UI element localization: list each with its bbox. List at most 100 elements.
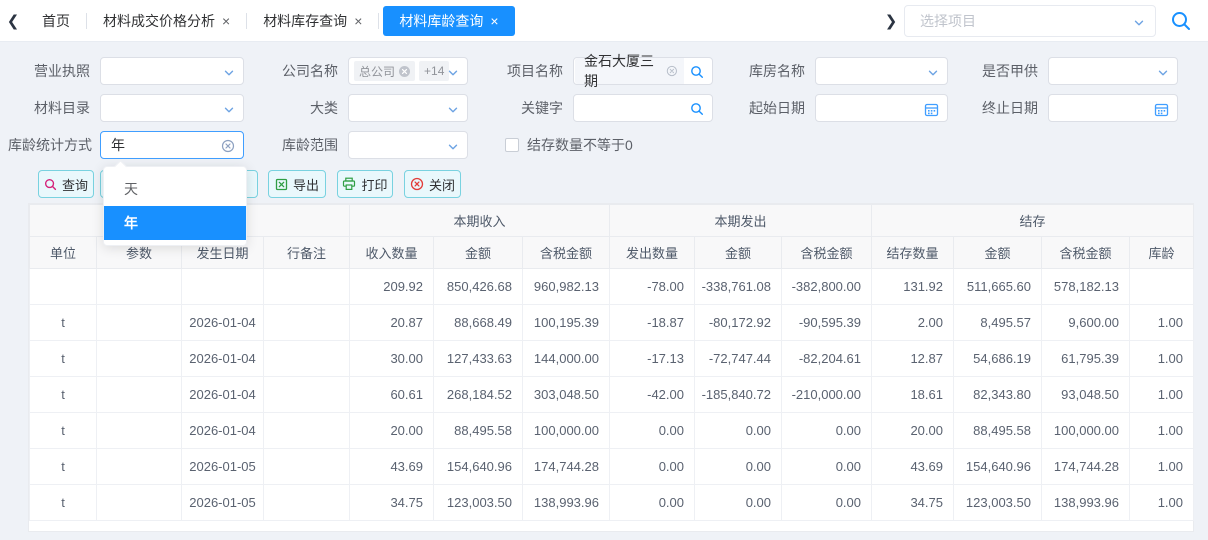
business-license-field: 营业执照	[8, 57, 244, 85]
column-header[interactable]: 金额	[434, 237, 523, 269]
tabs-scroll-right-icon[interactable]: ❯	[878, 12, 904, 30]
column-header[interactable]: 金额	[695, 237, 782, 269]
export-button[interactable]: 导出	[268, 170, 326, 198]
column-header[interactable]: 行备注	[264, 237, 350, 269]
project-select[interactable]: 选择项目	[904, 5, 1156, 37]
age-range-select[interactable]	[348, 131, 468, 159]
business-license-select[interactable]	[100, 57, 244, 85]
table-cell: 511,665.60	[954, 269, 1042, 305]
dropdown-option-年[interactable]: 年	[104, 206, 246, 240]
company-name-label: 公司名称	[265, 61, 348, 81]
table-cell: 34.75	[872, 485, 954, 521]
table-row[interactable]: t2026-01-0430.00127,433.63144,000.00-17.…	[30, 341, 1194, 377]
project-name-input[interactable]: 金石大厦三期	[573, 57, 713, 85]
tab-材料库龄查询[interactable]: 材料库龄查询×	[383, 6, 514, 36]
table-cell: 123,003.50	[954, 485, 1042, 521]
owner-supplied-select[interactable]	[1048, 57, 1178, 85]
table-cell: 88,495.58	[954, 413, 1042, 449]
table-cell: t	[30, 377, 97, 413]
tabs-scroll-left-icon[interactable]: ❮	[0, 12, 26, 30]
end-date-label: 终止日期	[965, 98, 1048, 118]
column-header[interactable]: 结存数量	[872, 237, 954, 269]
tab-close-icon[interactable]: ×	[222, 14, 230, 28]
dropdown-arrow	[114, 160, 127, 173]
column-header[interactable]: 含税金额	[523, 237, 610, 269]
tab-首页[interactable]: 首页	[26, 6, 86, 36]
tab-close-icon[interactable]: ×	[354, 14, 362, 28]
table-cell: 0.00	[695, 413, 782, 449]
calendar-icon[interactable]	[1154, 102, 1169, 122]
table-cell: -80,172.92	[695, 305, 782, 341]
table-cell: 1.00	[1130, 413, 1194, 449]
owner-supplied-field: 是否甲供	[965, 57, 1178, 85]
table-cell: 54,686.19	[954, 341, 1042, 377]
column-header[interactable]: 发出数量	[610, 237, 695, 269]
dropdown-option-天[interactable]: 天	[104, 172, 246, 206]
clear-icon[interactable]	[221, 139, 235, 158]
column-header[interactable]: 含税金额	[782, 237, 872, 269]
tab-close-icon[interactable]: ×	[490, 14, 498, 28]
table-cell: 43.69	[872, 449, 954, 485]
table-cell: t	[30, 413, 97, 449]
search-icon[interactable]	[1166, 10, 1196, 32]
table-row[interactable]: t2026-01-0543.69154,640.96174,744.280.00…	[30, 449, 1194, 485]
age-range-field: 库龄范围	[265, 131, 468, 159]
table-cell: 0.00	[695, 485, 782, 521]
tab-list: 首页材料成交价格分析×材料库存查询×材料库龄查询×	[26, 0, 519, 41]
table-cell: 20.00	[872, 413, 954, 449]
tab-材料库存查询[interactable]: 材料库存查询×	[247, 6, 378, 36]
table-cell: 2026-01-05	[182, 449, 264, 485]
age-stat-method-field: 库龄统计方式 年	[8, 131, 244, 159]
table-row[interactable]: 209.92850,426.68960,982.13-78.00-338,761…	[30, 269, 1194, 305]
query-button[interactable]: 查询	[38, 170, 94, 198]
column-header[interactable]: 金额	[954, 237, 1042, 269]
table-cell: 174,744.28	[1042, 449, 1130, 485]
table-cell: 127,433.63	[434, 341, 523, 377]
checkbox-icon[interactable]	[505, 138, 519, 152]
close-button[interactable]: 关闭	[404, 170, 461, 198]
warehouse-name-select[interactable]	[815, 57, 948, 85]
table-cell: 60.61	[350, 377, 434, 413]
column-header[interactable]: 单位	[30, 237, 97, 269]
nonzero-balance-checkbox[interactable]: 结存数量不等于0	[505, 131, 633, 159]
tag-close-icon[interactable]	[399, 66, 410, 77]
end-date-input[interactable]	[1048, 94, 1178, 122]
table-cell	[264, 485, 350, 521]
keyword-input[interactable]	[573, 94, 713, 122]
company-name-select[interactable]: 总公司 +14	[348, 57, 468, 85]
material-age-query-page: ❮ 首页材料成交价格分析×材料库存查询×材料库龄查询× ❯ 选择项目 营业执照 …	[0, 0, 1208, 540]
age-query-table: 本期收入本期发出结存单位参数发生日期行备注收入数量金额含税金额发出数量金额含税金…	[28, 203, 1194, 532]
table-cell: -210,000.00	[782, 377, 872, 413]
material-catalog-select[interactable]	[100, 94, 244, 122]
search-icon[interactable]	[690, 102, 704, 121]
table-row[interactable]: t2026-01-0534.75123,003.50138,993.960.00…	[30, 485, 1194, 521]
start-date-input[interactable]	[815, 94, 948, 122]
age-stat-method-input[interactable]: 年	[100, 131, 244, 159]
table-row[interactable]: t2026-01-0420.8788,668.49100,195.39-18.8…	[30, 305, 1194, 341]
keyword-label: 关键字	[490, 98, 573, 118]
table-cell: 30.00	[350, 341, 434, 377]
table-cell: 1.00	[1130, 305, 1194, 341]
table-cell: 144,000.00	[523, 341, 610, 377]
table-row[interactable]: t2026-01-0460.61268,184.52303,048.50-42.…	[30, 377, 1194, 413]
column-header[interactable]: 库龄	[1130, 237, 1194, 269]
table-cell: 18.61	[872, 377, 954, 413]
major-category-select[interactable]	[348, 94, 468, 122]
printer-icon	[342, 177, 356, 191]
project-select-placeholder: 选择项目	[920, 11, 976, 31]
search-icon[interactable]	[690, 65, 704, 84]
print-button[interactable]: 打印	[337, 170, 393, 198]
table-cell: -78.00	[610, 269, 695, 305]
age-range-label: 库龄范围	[265, 135, 348, 155]
table-row[interactable]: t2026-01-0420.0088,495.58100,000.000.000…	[30, 413, 1194, 449]
column-header[interactable]: 含税金额	[1042, 237, 1130, 269]
table-cell: 154,640.96	[954, 449, 1042, 485]
column-header[interactable]: 收入数量	[350, 237, 434, 269]
tab-材料成交价格分析[interactable]: 材料成交价格分析×	[87, 6, 246, 36]
calendar-icon[interactable]	[924, 102, 939, 122]
table-cell	[264, 449, 350, 485]
table-cell: 2026-01-04	[182, 413, 264, 449]
table-cell: 12.87	[872, 341, 954, 377]
tab-label: 首页	[42, 11, 70, 31]
clear-icon[interactable]	[666, 65, 678, 77]
